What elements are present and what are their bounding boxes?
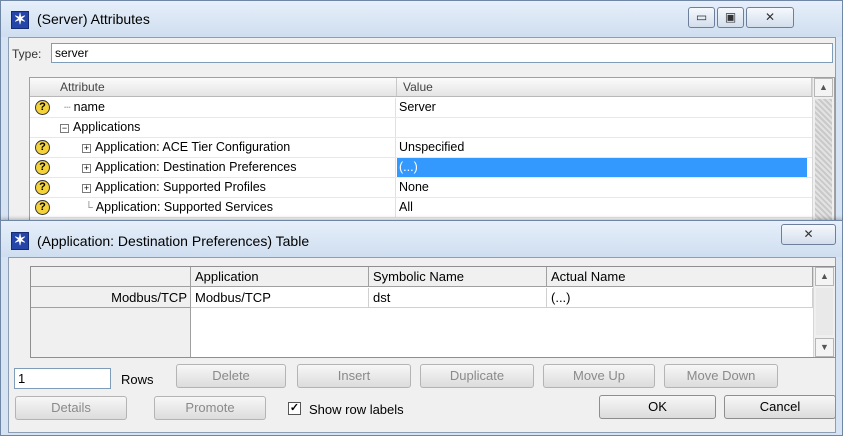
scroll-down-icon[interactable]: ▼ bbox=[815, 338, 834, 357]
rows-count-field[interactable] bbox=[14, 368, 111, 389]
scroll-track[interactable] bbox=[816, 288, 833, 335]
expand-icon[interactable]: + bbox=[82, 164, 91, 173]
attribute-name: Applications bbox=[73, 120, 141, 134]
cell-symbolic-name[interactable]: dst bbox=[369, 288, 547, 308]
attribute-row-supported-profiles[interactable]: ? + Application: Supported Profiles None bbox=[30, 178, 812, 198]
attributes-window-title: (Server) Attributes bbox=[37, 11, 150, 27]
close-button[interactable]: ✕ bbox=[781, 224, 836, 245]
type-field[interactable] bbox=[51, 43, 833, 63]
column-header-symbolic-name[interactable]: Symbolic Name bbox=[369, 267, 547, 287]
expand-icon[interactable]: + bbox=[82, 144, 91, 153]
attribute-name: Application: Supported Services bbox=[95, 200, 273, 214]
destination-preferences-table: Application Symbolic Name Actual Name Mo… bbox=[30, 266, 836, 358]
attribute-name: Application: Destination Preferences bbox=[95, 160, 297, 174]
table-window-title: (Application: Destination Preferences) T… bbox=[37, 233, 310, 249]
attribute-name: name bbox=[73, 100, 105, 114]
attributes-grid: Attribute Value ? ┄ name Server − Applicat… bbox=[29, 77, 835, 227]
attribute-value-selected[interactable]: (...) bbox=[397, 158, 807, 177]
maximize-icon: ▣ bbox=[724, 10, 737, 24]
attribute-name: Application: ACE Tier Configuration bbox=[95, 140, 291, 154]
ok-button[interactable]: OK bbox=[599, 395, 716, 419]
cancel-button[interactable]: Cancel bbox=[724, 395, 836, 419]
table-scrollbar[interactable]: ▲ ▼ bbox=[813, 267, 835, 357]
table-title-bar[interactable]: ✶ (Application: Destination Preferences)… bbox=[1, 221, 842, 257]
attribute-row-applications[interactable]: − Applications bbox=[30, 118, 812, 138]
delete-button[interactable]: Delete bbox=[176, 364, 286, 388]
scroll-up-icon[interactable]: ▲ bbox=[815, 267, 834, 286]
show-row-labels-label[interactable]: Show row labels bbox=[309, 402, 404, 417]
app-icon: ✶ bbox=[11, 11, 29, 29]
close-icon: ✕ bbox=[764, 10, 776, 24]
collapse-icon[interactable]: − bbox=[60, 124, 69, 133]
show-row-labels-checkbox[interactable]: ✓ bbox=[288, 402, 301, 415]
column-header-actual-name[interactable]: Actual Name bbox=[547, 267, 813, 287]
scroll-track[interactable] bbox=[815, 99, 832, 224]
attribute-value[interactable]: Unspecified bbox=[397, 138, 807, 157]
insert-button[interactable]: Insert bbox=[297, 364, 411, 388]
minimize-icon: ▭ bbox=[695, 10, 708, 24]
column-header-value[interactable]: Value bbox=[397, 78, 812, 96]
promote-button[interactable]: Promote bbox=[154, 396, 266, 420]
column-header-application[interactable]: Application bbox=[191, 267, 369, 287]
column-header-attribute[interactable]: Attribute bbox=[30, 78, 397, 96]
tree-branch-line: ┄ bbox=[64, 102, 71, 114]
attribute-value[interactable]: None bbox=[397, 178, 807, 197]
move-up-button[interactable]: Move Up bbox=[543, 364, 655, 388]
cell-application[interactable]: Modbus/TCP bbox=[191, 288, 369, 308]
attribute-row-name[interactable]: ? ┄ name Server bbox=[30, 98, 812, 118]
attribute-row-supported-services[interactable]: ? └ Application: Supported Services All bbox=[30, 198, 812, 218]
close-icon: ✕ bbox=[803, 227, 814, 241]
attribute-value[interactable]: All bbox=[397, 198, 807, 217]
attributes-title-bar[interactable]: ✶ (Server) Attributes ▭ ▣ ✕ bbox=[1, 1, 842, 37]
minimize-button[interactable]: ▭ bbox=[688, 7, 715, 28]
expand-icon[interactable]: + bbox=[82, 184, 91, 193]
cell-actual-name[interactable]: (...) bbox=[547, 288, 813, 308]
close-button[interactable]: ✕ bbox=[746, 7, 794, 28]
attributes-scrollbar[interactable]: ▲ bbox=[812, 78, 834, 226]
attribute-row-ace-tier[interactable]: ? + Application: ACE Tier Configuration U… bbox=[30, 138, 812, 158]
move-down-button[interactable]: Move Down bbox=[664, 364, 778, 388]
attributes-grid-header: Attribute Value bbox=[30, 78, 812, 97]
scroll-up-icon[interactable]: ▲ bbox=[814, 78, 833, 97]
attribute-value[interactable]: Server bbox=[397, 98, 807, 117]
row-label[interactable]: Modbus/TCP bbox=[31, 288, 191, 308]
tree-branch-line: └ bbox=[85, 202, 93, 214]
app-icon: ✶ bbox=[11, 232, 29, 250]
checkmark-icon: ✓ bbox=[289, 402, 300, 414]
duplicate-button[interactable]: Duplicate bbox=[420, 364, 534, 388]
corner-header bbox=[31, 267, 191, 287]
attribute-name: Application: Supported Profiles bbox=[95, 180, 266, 194]
attribute-value[interactable] bbox=[397, 118, 807, 137]
maximize-button[interactable]: ▣ bbox=[717, 7, 744, 28]
attribute-row-destination-preferences[interactable]: ? + Application: Destination Preferences … bbox=[30, 158, 812, 178]
type-label: Type: bbox=[12, 47, 42, 61]
rows-label: Rows bbox=[121, 372, 154, 387]
details-button[interactable]: Details bbox=[15, 396, 127, 420]
